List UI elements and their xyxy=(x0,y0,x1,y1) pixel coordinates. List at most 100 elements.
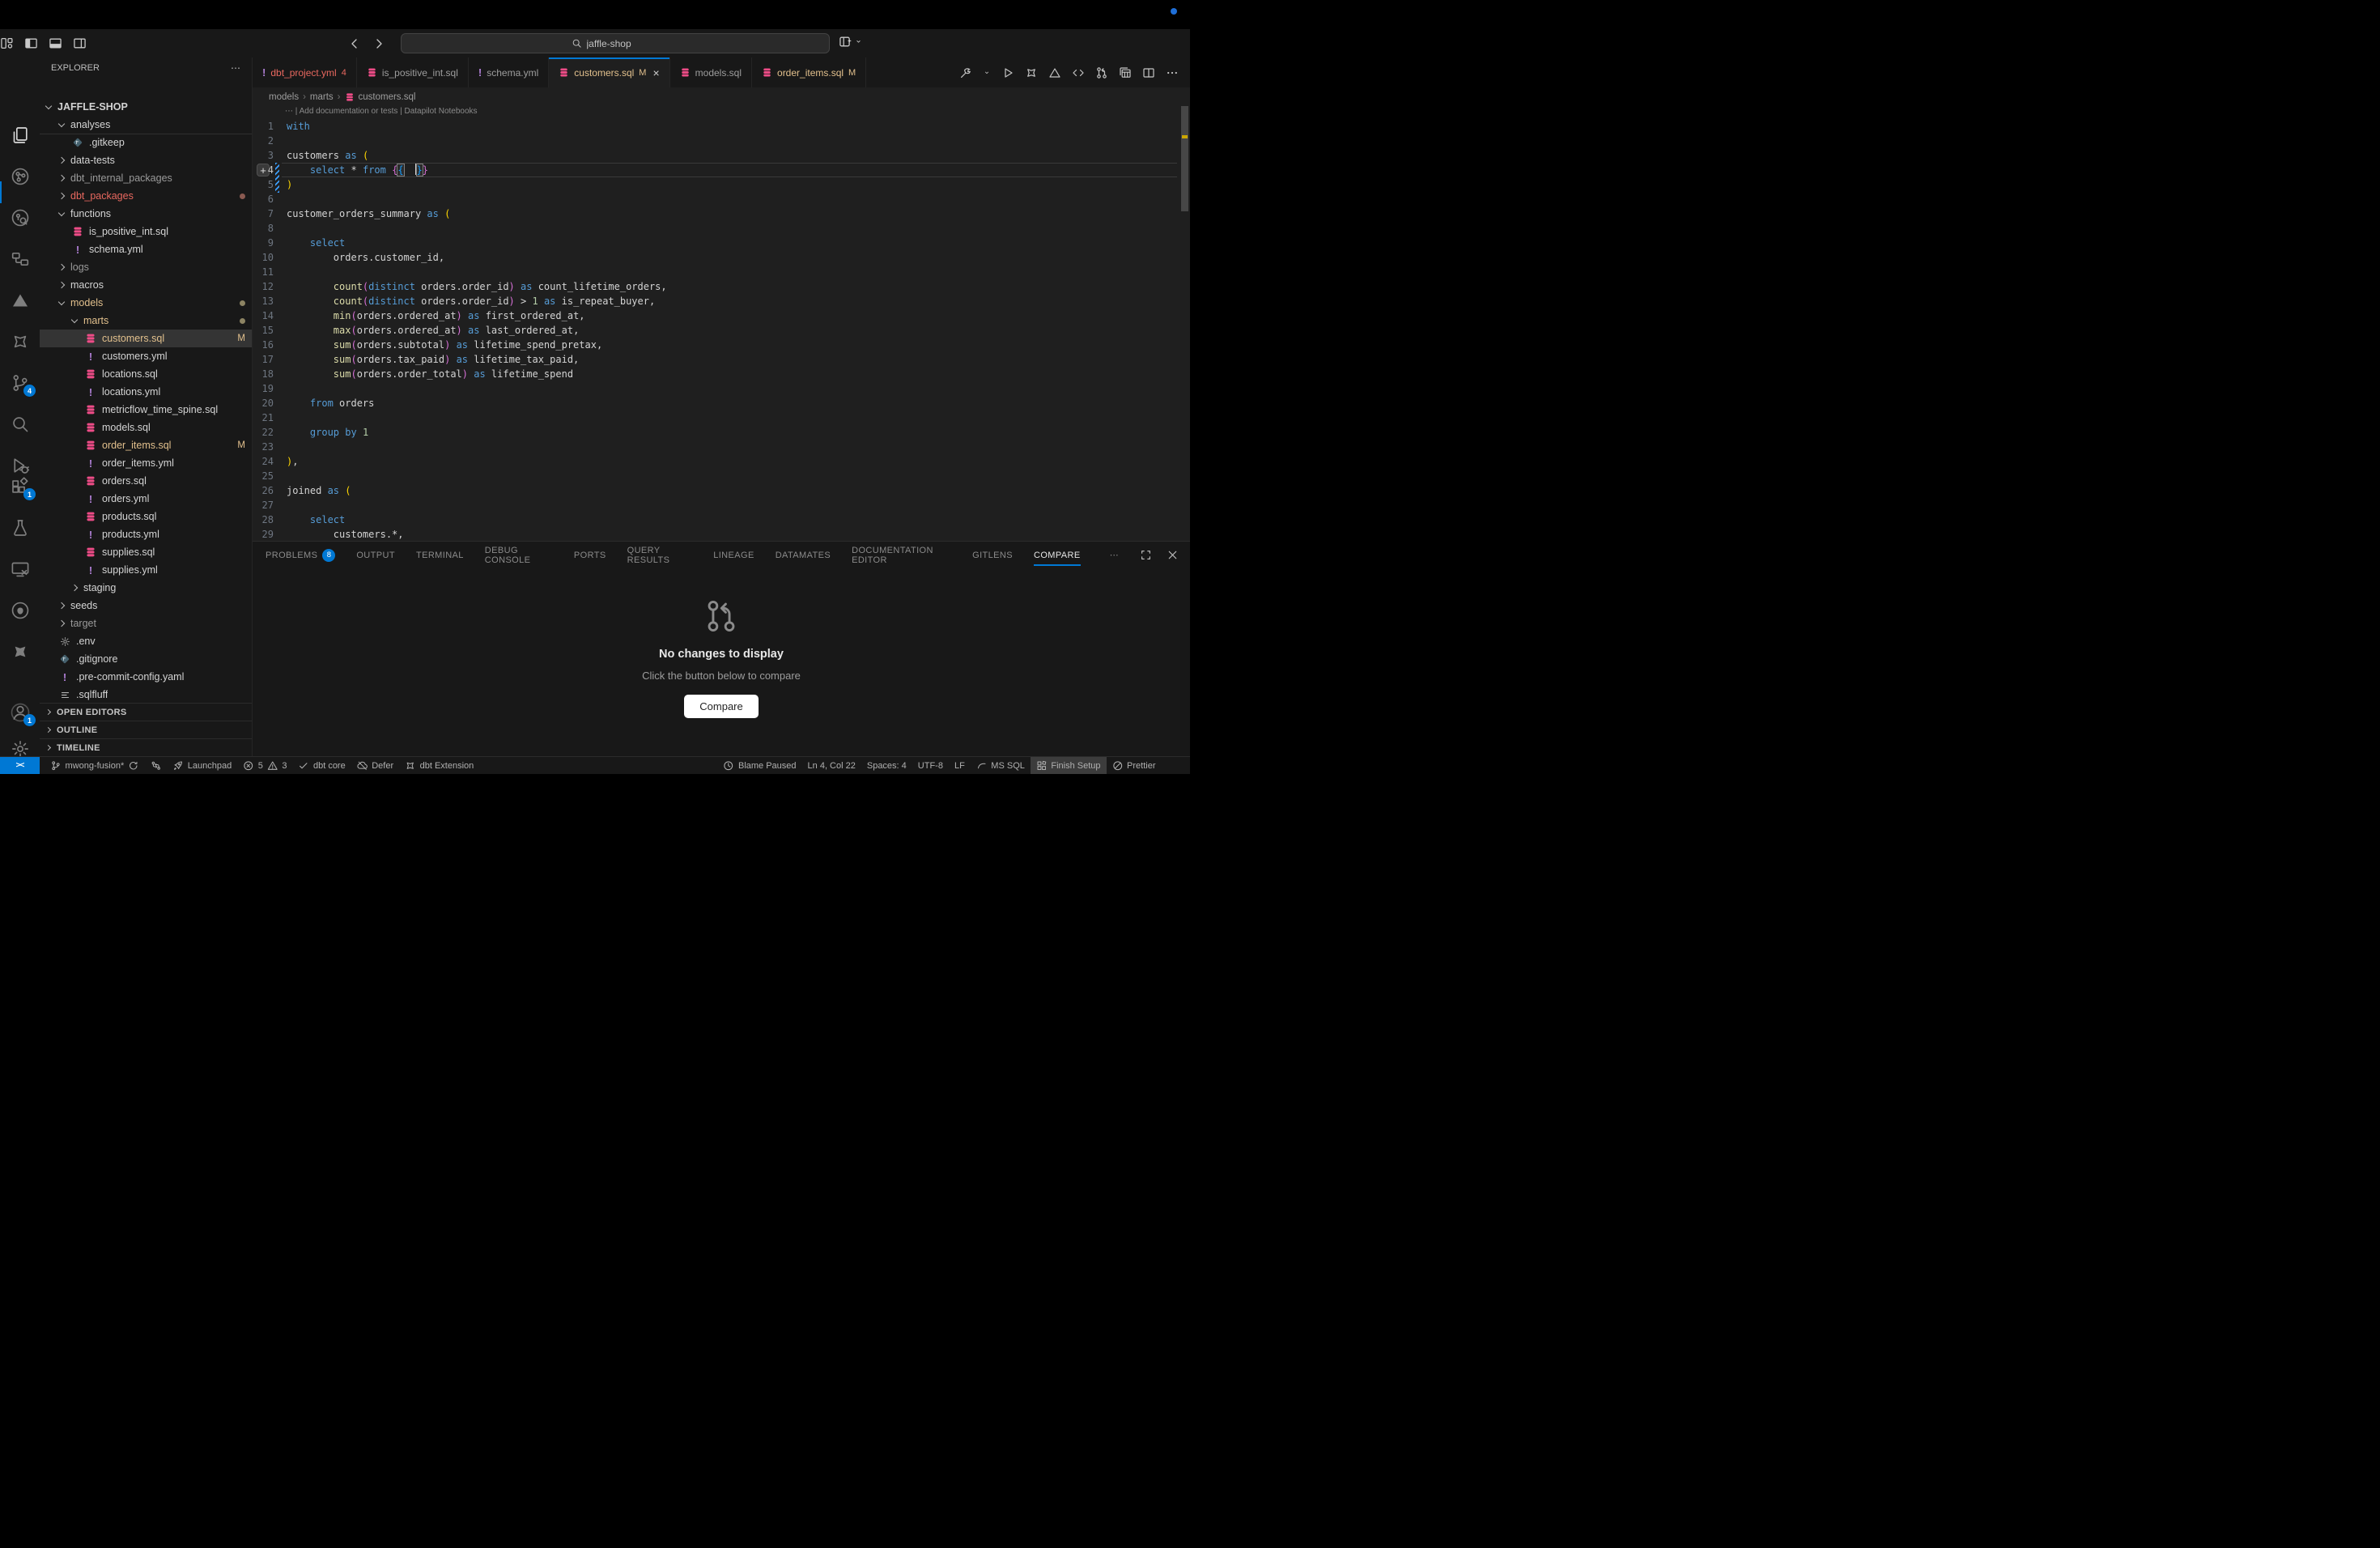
status-defer[interactable]: Defer xyxy=(351,757,399,774)
code-line-4[interactable]: 4 select * from {{ }} xyxy=(253,163,1190,177)
panel-bottom-icon[interactable] xyxy=(49,36,62,50)
status-problems[interactable]: 53 xyxy=(237,757,292,774)
panel-tab-lineage[interactable]: LINEAGE xyxy=(713,542,754,568)
activity-explorer-button[interactable] xyxy=(9,124,31,146)
code-action-icon[interactable] xyxy=(1072,66,1085,79)
activity-extensions-button[interactable]: 1 xyxy=(9,475,31,497)
tab-is-positive-int-sql[interactable]: is_positive_int.sql xyxy=(357,57,469,87)
code-line-19[interactable]: 19 xyxy=(253,381,1190,396)
status-language-mode[interactable]: MS SQL xyxy=(971,757,1031,774)
status-prettier[interactable]: Prettier xyxy=(1107,757,1162,774)
tree-item-supplies-yml[interactable]: !supplies.yml xyxy=(40,561,252,579)
panel-right-icon[interactable] xyxy=(73,36,87,50)
status-dbt-extension[interactable]: dbt Extension xyxy=(399,757,479,774)
panel-tab-query-results[interactable]: QUERY RESULTS xyxy=(627,542,693,568)
code-line-16[interactable]: 16 sum(orders.subtotal) as lifetime_spen… xyxy=(253,338,1190,352)
tree-item-data-tests[interactable]: data-tests xyxy=(40,151,252,169)
code-line-11[interactable]: 11 xyxy=(253,265,1190,279)
tree-item-macros[interactable]: macros xyxy=(40,276,252,294)
tree-item-dbt-packages[interactable]: dbt_packages xyxy=(40,187,252,205)
code-line-22[interactable]: 22 group by 1 xyxy=(253,425,1190,440)
status-cursor-position[interactable]: Ln 4, Col 22 xyxy=(802,757,861,774)
mountain-outline-action-icon[interactable] xyxy=(1048,66,1061,79)
code-line-7[interactable]: 7customer_orders_summary as ( xyxy=(253,206,1190,221)
activity-flowchart-button[interactable] xyxy=(9,248,31,270)
code-line-6[interactable]: 6 xyxy=(253,192,1190,206)
status-launchpad[interactable]: Launchpad xyxy=(167,757,237,774)
tree-item-customers-sql[interactable]: customers.sqlM xyxy=(40,330,252,347)
table-copy-action-icon[interactable] xyxy=(1119,66,1132,79)
status-eol[interactable]: LF xyxy=(949,757,971,774)
code-line-9[interactable]: 9 select xyxy=(253,236,1190,250)
tab-customers-sql[interactable]: customers.sqlM× xyxy=(549,57,669,87)
tree-item--pre-commit-config-yaml[interactable]: !.pre-commit-config.yaml xyxy=(40,668,252,686)
panel-tab-datamates[interactable]: DATAMATES xyxy=(776,542,831,568)
codelens-links[interactable]: ⋯ | Add documentation or tests | Datapil… xyxy=(285,107,478,116)
tree-item-is-positive-int-sql[interactable]: is_positive_int.sql xyxy=(40,223,252,240)
tree-item-staging[interactable]: staging xyxy=(40,579,252,597)
tab-dbt-project-yml[interactable]: !dbt_project.yml4 xyxy=(253,57,357,87)
tree-item-target[interactable]: target xyxy=(40,615,252,632)
tree-item-metricflow-time-spine-sql[interactable]: metricflow_time_spine.sql xyxy=(40,401,252,419)
tree-item-analyses[interactable]: analyses xyxy=(40,116,252,134)
status-compare-changes[interactable] xyxy=(145,757,168,774)
tab-order-items-sql[interactable]: order_items.sqlM xyxy=(752,57,866,87)
tree-item-orders-sql[interactable]: orders.sql xyxy=(40,472,252,490)
tree-item-locations-sql[interactable]: locations.sql xyxy=(40,365,252,383)
code-line-15[interactable]: 15 max(orders.ordered_at) as last_ordere… xyxy=(253,323,1190,338)
section-timeline[interactable]: TIMELINE xyxy=(40,738,252,756)
activity-lineage-button[interactable] xyxy=(9,165,31,187)
activity-dbt-button[interactable] xyxy=(9,330,31,352)
code-line-10[interactable]: 10 orders.customer_id, xyxy=(253,250,1190,265)
remote-indicator[interactable]: >< xyxy=(0,757,40,774)
activity-source-control-button[interactable]: 4 xyxy=(9,372,31,393)
tree-item-order-items-yml[interactable]: !order_items.yml xyxy=(40,454,252,472)
code-line-29[interactable]: 29 customers.*, xyxy=(253,527,1190,542)
copilot-menu-button[interactable] xyxy=(839,35,863,49)
tree-item-marts[interactable]: marts xyxy=(40,312,252,330)
activity-testing-button[interactable] xyxy=(9,517,31,538)
activity-github-button[interactable] xyxy=(9,599,31,621)
panel-tab-ports[interactable]: PORTS xyxy=(574,542,606,568)
status-dbt-core[interactable]: dbt core xyxy=(292,757,351,774)
compare-button[interactable]: Compare xyxy=(684,695,758,718)
code-line-20[interactable]: 20 from orders xyxy=(253,396,1190,410)
code-line-1[interactable]: 1with xyxy=(253,119,1190,134)
tree-item--gitkeep[interactable]: .gitkeep xyxy=(40,134,252,151)
code-line-21[interactable]: 21 xyxy=(253,410,1190,425)
tree-item-logs[interactable]: logs xyxy=(40,258,252,276)
command-center-search[interactable] xyxy=(401,33,830,53)
section-open-editors[interactable]: OPEN EDITORS xyxy=(40,703,252,721)
status-encoding[interactable]: UTF-8 xyxy=(912,757,949,774)
breadcrumb-item[interactable]: models xyxy=(269,92,299,102)
tree-item-order-items-sql[interactable]: order_items.sqlM xyxy=(40,436,252,454)
panel-tab-compare[interactable]: COMPARE xyxy=(1034,542,1081,568)
split-action-icon[interactable] xyxy=(1142,66,1155,79)
tree-item-supplies-sql[interactable]: supplies.sql xyxy=(40,543,252,561)
tab-schema-yml[interactable]: !schema.yml xyxy=(469,57,549,87)
code-line-3[interactable]: 3customers as ( xyxy=(253,148,1190,163)
breadcrumb-item[interactable]: customers.sql xyxy=(359,92,416,102)
more-action-icon[interactable] xyxy=(1166,66,1179,79)
code-area[interactable]: 1with23customers as (4 select * from {{ … xyxy=(253,119,1190,541)
layout-grid-icon[interactable] xyxy=(0,36,14,50)
tree-item--env[interactable]: .env xyxy=(40,632,252,650)
status-indentation[interactable]: Spaces: 4 xyxy=(861,757,912,774)
activity-remote-explorer-button[interactable] xyxy=(9,558,31,580)
tree-item-jaffle-shop[interactable]: JAFFLE-SHOP xyxy=(40,98,252,116)
tree-item-models[interactable]: models xyxy=(40,294,252,312)
code-line-13[interactable]: 13 count(distinct orders.order_id) > 1 a… xyxy=(253,294,1190,308)
hammer-action-icon[interactable] xyxy=(959,66,972,79)
activity-query-history-button[interactable] xyxy=(9,206,31,228)
code-line-18[interactable]: 18 sum(orders.order_total) as lifetime_s… xyxy=(253,367,1190,381)
code-line-2[interactable]: 2 xyxy=(253,134,1190,148)
breadcrumb[interactable]: models›marts›customers.sql xyxy=(253,87,1190,106)
activity-search-button[interactable] xyxy=(9,413,31,435)
close-tab-icon[interactable]: × xyxy=(652,66,659,79)
code-line-12[interactable]: 12 count(distinct orders.order_id) as co… xyxy=(253,279,1190,294)
panel-tab-output[interactable]: OUTPUT xyxy=(356,542,395,568)
activity-run-debug-button[interactable] xyxy=(9,454,31,476)
panel-tab-gitlens[interactable]: GITLENS xyxy=(972,542,1013,568)
tab-models-sql[interactable]: models.sql xyxy=(670,57,752,87)
code-line-26[interactable]: 26joined as ( xyxy=(253,483,1190,498)
